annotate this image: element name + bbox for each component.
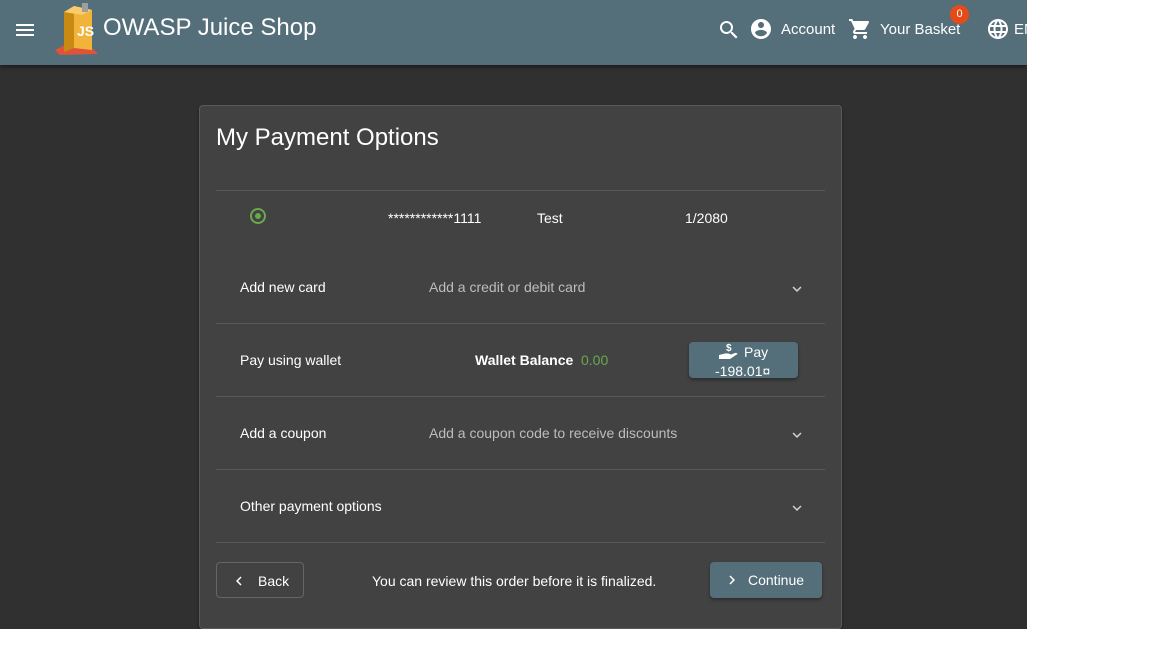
app-container: JS OWASP Juice Shop Account Your Basket … <box>0 0 1027 629</box>
card-holder: Test <box>537 210 563 226</box>
continue-label: Continue <box>748 572 805 588</box>
account-label: Account <box>781 20 836 38</box>
card-number: ************1111 <box>388 210 482 226</box>
other-payment-options-title: Other payment options <box>240 498 382 514</box>
svg-text:JS: JS <box>77 23 94 39</box>
other-payment-options-panel[interactable]: Other payment options <box>216 470 825 542</box>
card-radio-button[interactable] <box>250 208 266 224</box>
page-title: My Payment Options <box>216 124 439 151</box>
shopping-cart-icon <box>849 19 870 39</box>
pay-label: Pay <box>744 344 769 360</box>
add-new-card-description: Add a credit or debit card <box>429 279 586 295</box>
card-expiry: 1/2080 <box>685 210 728 226</box>
basket-count-badge: 0 <box>950 5 969 24</box>
chevron-right-icon <box>729 575 735 585</box>
add-coupon-panel[interactable]: Add a coupon Add a coupon code to receiv… <box>216 397 825 469</box>
chevron-left-icon <box>236 576 242 586</box>
add-new-card-title: Add new card <box>240 279 326 295</box>
wallet-row: Pay using wallet Wallet Balance 0.00 $ P… <box>216 324 825 396</box>
pay-amount: -198.01¤ <box>715 363 771 379</box>
pay-hand-dollar-icon: $ <box>719 343 738 359</box>
basket-button[interactable]: Your Basket <box>848 16 960 42</box>
back-label: Back <box>258 573 290 589</box>
account-circle-icon <box>751 19 771 39</box>
pay-with-wallet-button[interactable]: $ Pay -198.01¤ <box>689 342 798 379</box>
continue-button[interactable]: Continue <box>710 562 822 598</box>
wallet-balance-label: Wallet Balance <box>475 352 574 368</box>
add-new-card-panel[interactable]: Add new card Add a credit or debit card <box>216 251 825 323</box>
account-button[interactable]: Account <box>749 16 835 42</box>
divider <box>216 542 825 543</box>
globe-icon <box>988 19 1008 39</box>
saved-card-row[interactable]: ************1111 Test 1/2080 <box>216 192 825 242</box>
add-coupon-description: Add a coupon code to receive discounts <box>429 425 678 441</box>
divider <box>216 190 825 191</box>
search-icon[interactable] <box>717 18 741 42</box>
chevron-down-icon[interactable] <box>788 426 806 444</box>
basket-label: Your Basket <box>880 20 961 38</box>
back-button[interactable]: Back <box>216 562 304 598</box>
payment-options-card: My Payment Options ************1111 Test… <box>199 105 842 629</box>
language-label: EN <box>1014 20 1027 38</box>
chevron-down-icon[interactable] <box>788 280 806 298</box>
top-toolbar: JS OWASP Juice Shop Account Your Basket … <box>0 0 1027 65</box>
wallet-title: Pay using wallet <box>240 352 342 368</box>
chevron-down-icon[interactable] <box>788 499 806 517</box>
language-button[interactable]: EN <box>986 16 1027 42</box>
radio-selected-dot <box>255 213 261 219</box>
wallet-balance-value: 0.00 <box>581 352 609 368</box>
review-note: You can review this order before it is f… <box>372 573 657 589</box>
add-coupon-title: Add a coupon <box>240 425 327 441</box>
menu-icon[interactable] <box>12 18 38 42</box>
juice-shop-logo[interactable]: JS <box>52 2 102 56</box>
svg-text:$: $ <box>726 343 732 354</box>
app-title[interactable]: OWASP Juice Shop <box>103 14 316 42</box>
